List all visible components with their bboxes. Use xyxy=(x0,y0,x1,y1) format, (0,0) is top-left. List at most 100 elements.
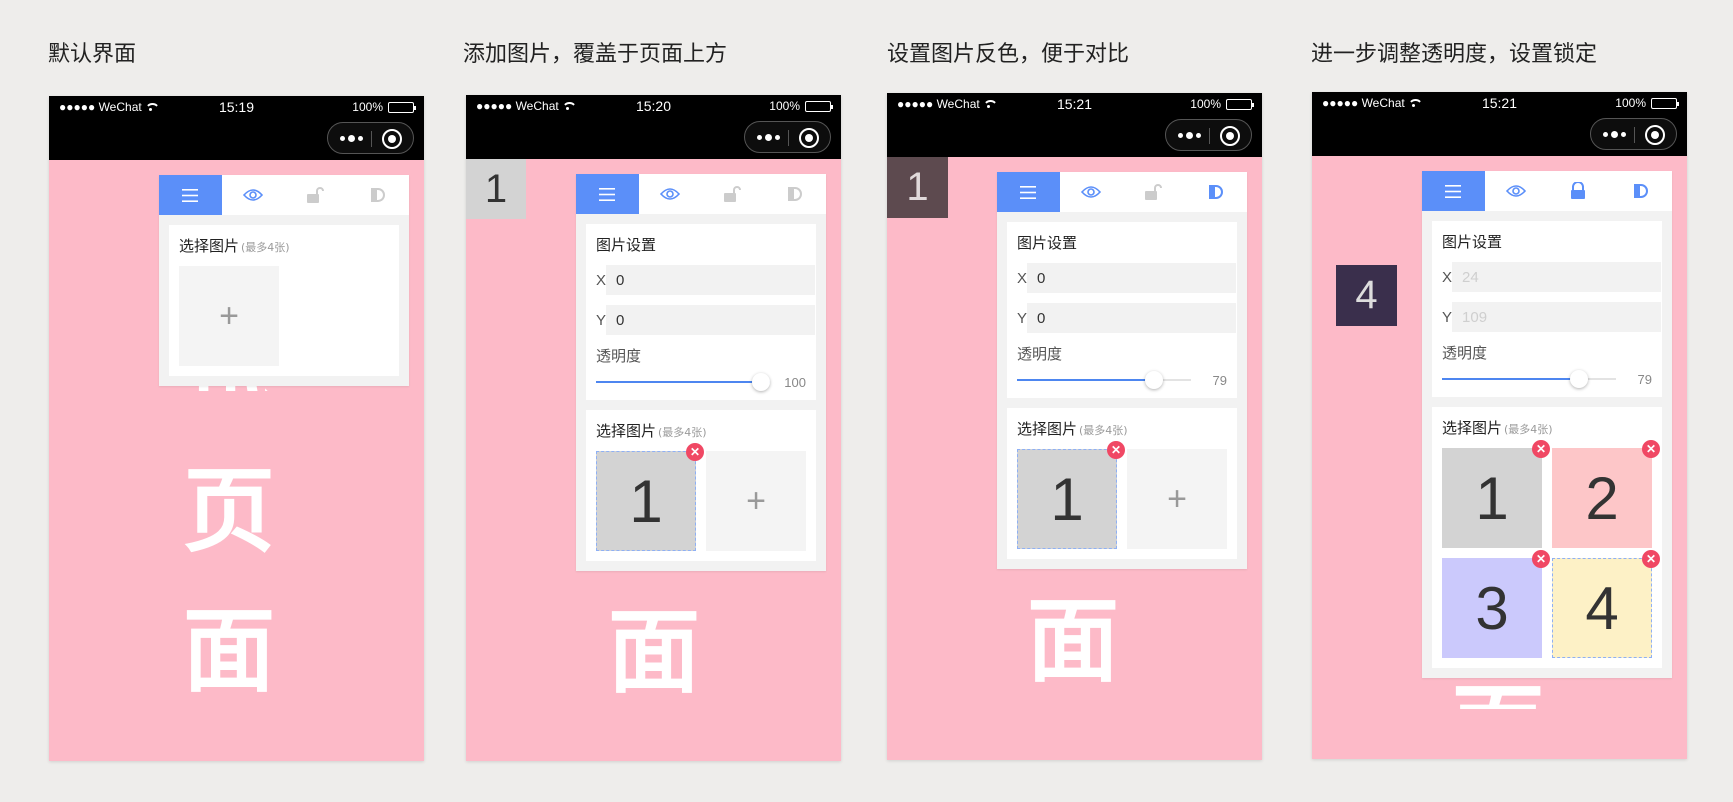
select-images-card: 选择图片 (最多4张) 1 ✕ + xyxy=(586,410,816,561)
tab-menu[interactable] xyxy=(997,172,1060,212)
settings-panel: 图片设置 X Y 透明度 100 选择图片(最多4张) 1✕ + xyxy=(576,174,826,571)
close-icon[interactable]: ✕ xyxy=(1532,440,1550,458)
close-icon[interactable]: ✕ xyxy=(1532,550,1550,568)
add-image-button[interactable]: + xyxy=(179,266,279,366)
target-icon[interactable] xyxy=(382,129,402,149)
y-input[interactable] xyxy=(1027,303,1237,333)
tab-invert[interactable] xyxy=(764,174,827,214)
overlay-image[interactable]: 1 xyxy=(887,157,948,218)
y-input[interactable] xyxy=(606,305,816,335)
x-input[interactable] xyxy=(606,265,816,295)
tab-visibility[interactable] xyxy=(222,175,285,215)
capsule-menu xyxy=(744,121,831,153)
thumb-label: 2 xyxy=(1585,464,1619,532)
close-icon[interactable]: ✕ xyxy=(686,443,704,461)
tab-lock[interactable] xyxy=(284,175,347,215)
select-images-title: 选择图片 xyxy=(1017,420,1078,438)
x-label: X xyxy=(1442,268,1453,286)
tab-invert[interactable] xyxy=(1185,172,1248,212)
add-image-button[interactable]: + xyxy=(1127,449,1227,549)
image-thumb[interactable]: 1 ✕ xyxy=(1442,440,1550,548)
image-settings-title: 图片设置 xyxy=(596,236,657,254)
lock-icon xyxy=(307,187,325,203)
menu-icon xyxy=(599,187,616,201)
add-image-button[interactable]: + xyxy=(706,451,806,551)
lock-icon xyxy=(1145,184,1163,200)
tab-menu[interactable] xyxy=(1422,171,1485,211)
menu-icon xyxy=(182,188,199,202)
tab-invert[interactable] xyxy=(347,175,410,215)
opacity-label: 透明度 xyxy=(1017,345,1063,363)
page-bg-char: 页 xyxy=(182,458,275,565)
target-icon[interactable] xyxy=(1220,126,1240,146)
invert-icon xyxy=(1208,185,1223,199)
overlay-image[interactable]: 1 xyxy=(466,159,526,219)
status-bar: ●●●●● WeChat 15:21 100% xyxy=(1312,92,1687,114)
tab-invert[interactable] xyxy=(1610,171,1673,211)
step-caption-4: 进一步调整透明度，设置锁定 xyxy=(1311,42,1598,67)
y-label: Y xyxy=(1017,309,1028,327)
opacity-slider[interactable] xyxy=(1017,368,1191,392)
status-bar: ●●●●● WeChat 15:21 100% xyxy=(887,93,1262,115)
settings-panel: 图片设置 X Y 透明度 79 选择图片(最多4张) 1✕ + xyxy=(997,172,1247,569)
capsule-menu xyxy=(327,122,414,154)
image-thumb[interactable]: 4 ✕ xyxy=(1552,550,1660,658)
battery-icon xyxy=(388,101,416,113)
target-icon[interactable] xyxy=(1645,125,1665,145)
target-icon[interactable] xyxy=(799,128,819,148)
page-bg-char: 面 xyxy=(607,599,700,706)
more-icon[interactable] xyxy=(1176,127,1206,143)
opacity-value: 79 xyxy=(1637,371,1652,387)
opacity-slider[interactable] xyxy=(1442,367,1616,391)
tab-menu[interactable] xyxy=(159,175,222,215)
thumb-label: 3 xyxy=(1475,574,1509,642)
phone-screen-4: ●●●●● WeChat 15:21 100% 4 面 图片设置 X Y 透明度 xyxy=(1312,92,1687,759)
nav-bar: ●●●●● WeChat 15:21 100% xyxy=(887,93,1262,157)
page-bg-char: 面 xyxy=(182,598,275,705)
x-input[interactable] xyxy=(1027,263,1237,293)
tab-menu[interactable] xyxy=(576,174,639,214)
select-images-hint: (最多4张) xyxy=(241,241,290,254)
tab-visibility[interactable] xyxy=(1060,172,1123,212)
tab-lock[interactable] xyxy=(1122,172,1185,212)
more-icon[interactable] xyxy=(1601,126,1631,142)
close-icon[interactable]: ✕ xyxy=(1107,441,1125,459)
slider-handle[interactable] xyxy=(1145,371,1163,389)
x-input[interactable] xyxy=(1452,262,1662,292)
slider-handle[interactable] xyxy=(1570,370,1588,388)
phone-screen-1: ●●●●● WeChat 15:19 100% 试 页 面 选择图片(最多4张)… xyxy=(49,96,424,761)
image-thumb[interactable]: 2 ✕ xyxy=(1552,440,1660,548)
menu-icon xyxy=(1445,184,1462,198)
panel-tabs xyxy=(159,175,409,215)
select-images-title: 选择图片 xyxy=(596,422,657,440)
tab-lock[interactable] xyxy=(701,174,764,214)
panel-tabs xyxy=(1422,171,1672,211)
battery-percent: 100% xyxy=(769,99,800,113)
nav-bar: ●●●●● WeChat 15:19 100% xyxy=(49,96,424,160)
capsule-menu xyxy=(1165,119,1252,151)
slider-handle[interactable] xyxy=(752,373,770,391)
opacity-slider[interactable] xyxy=(596,370,770,394)
nav-bar: ●●●●● WeChat 15:21 100% xyxy=(1312,92,1687,156)
y-input[interactable] xyxy=(1452,302,1662,332)
more-icon[interactable] xyxy=(338,130,368,146)
image-thumb[interactable]: 1 ✕ xyxy=(596,443,704,551)
select-images-hint: (最多4张) xyxy=(1504,423,1553,436)
close-icon[interactable]: ✕ xyxy=(1642,440,1660,458)
menu-icon xyxy=(1020,185,1037,199)
more-icon[interactable] xyxy=(755,129,785,145)
battery-icon xyxy=(1226,98,1254,110)
select-images-hint: (最多4张) xyxy=(658,426,707,439)
image-thumb[interactable]: 3 ✕ xyxy=(1442,550,1550,658)
status-bar: ●●●●● WeChat 15:19 100% xyxy=(49,96,424,118)
battery-percent: 100% xyxy=(1615,96,1646,110)
opacity-label: 透明度 xyxy=(596,347,642,365)
select-images-card: 选择图片 (最多4张) 1 ✕ + xyxy=(1007,408,1237,559)
close-icon[interactable]: ✕ xyxy=(1642,550,1660,568)
tab-lock[interactable] xyxy=(1547,171,1610,211)
image-thumb[interactable]: 1 ✕ xyxy=(1017,441,1125,549)
tab-visibility[interactable] xyxy=(639,174,702,214)
overlay-image[interactable]: 4 xyxy=(1336,265,1397,326)
image-settings-title: 图片设置 xyxy=(1017,234,1078,252)
tab-visibility[interactable] xyxy=(1485,171,1548,211)
